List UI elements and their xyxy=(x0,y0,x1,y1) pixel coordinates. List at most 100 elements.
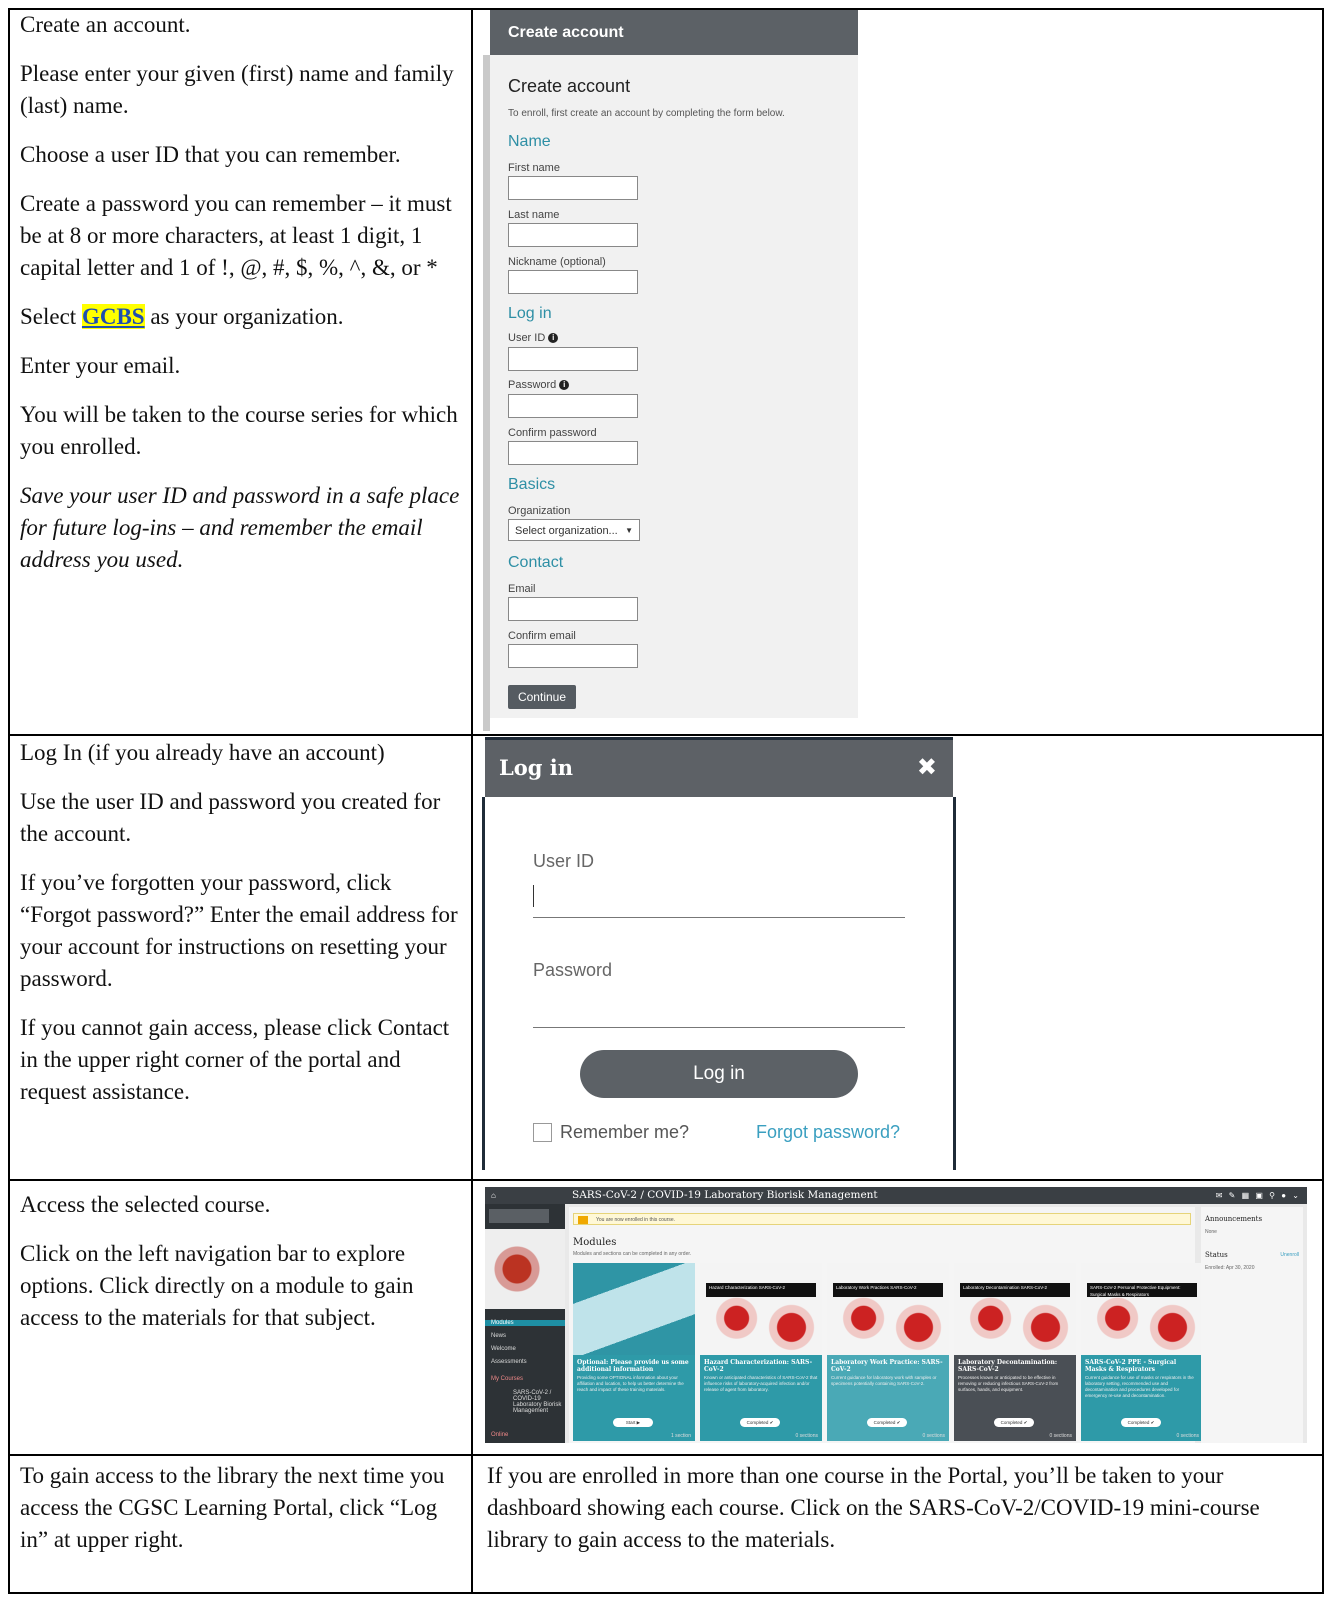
instruction-text: You will be taken to the course series f… xyxy=(20,402,458,459)
instruction-text: Log In (if you already have an account) xyxy=(20,740,385,765)
column-divider xyxy=(471,8,473,1594)
password-field[interactable] xyxy=(508,394,638,418)
remember-me-checkbox[interactable] xyxy=(533,1123,552,1142)
confirm-password-field[interactable] xyxy=(508,441,638,465)
panel-edge xyxy=(483,55,490,731)
email-field[interactable] xyxy=(508,597,638,621)
modules-subtitle: Modules and sections can be completed in… xyxy=(573,1251,692,1257)
dropdown-arrow-icon: ▼ xyxy=(625,526,633,535)
module-button[interactable]: Completed ✔ xyxy=(994,1418,1034,1427)
module-description: Current guidance for use of masks or res… xyxy=(1085,1375,1194,1398)
module-section-count: 0 sections xyxy=(1176,1433,1199,1439)
backdrop-edge xyxy=(953,797,956,1170)
info-icon[interactable]: i xyxy=(548,333,559,344)
panel-header: Create account xyxy=(490,10,858,55)
module-card[interactable]: SARS-CoV-2 Personal Protective Equipment… xyxy=(1081,1263,1203,1441)
organization-select[interactable]: Select organization... ▼ xyxy=(508,519,640,541)
close-icon[interactable]: ✖ xyxy=(917,740,937,795)
confirm-email-label: Confirm email xyxy=(508,630,576,642)
module-section-count: 0 sections xyxy=(1049,1433,1072,1439)
confirm-password-label: Confirm password xyxy=(508,427,597,439)
module-button[interactable]: Completed ✔ xyxy=(740,1418,780,1427)
toolbar-icons[interactable]: ✉ ✎ ▦ ▣ ⚲ ● ⌄ xyxy=(1216,1187,1301,1204)
instruction-text: Use the user ID and password you created… xyxy=(20,789,441,846)
confirm-email-field[interactable] xyxy=(508,644,638,668)
module-title: SARS-CoV-2 PPE - Surgical Masks & Respir… xyxy=(1085,1359,1177,1373)
modal-title: Log in xyxy=(499,755,574,780)
user-id-label: User ID xyxy=(533,851,595,871)
gcbs-highlight: GCBS xyxy=(81,304,145,329)
remember-me-label[interactable]: Remember me? xyxy=(560,1122,689,1143)
user-id-label-wrap: User ID i xyxy=(508,332,559,344)
module-button[interactable]: Start ▶ xyxy=(613,1418,653,1427)
module-caption: Hazard Characterization SARS-CoV-2 xyxy=(706,1283,816,1297)
course-page: ⌂ SARS-CoV-2 / COVID-19 Laboratory Biori… xyxy=(485,1187,1307,1443)
logo xyxy=(489,1209,549,1223)
main-content: You are now enrolled in this course. Mod… xyxy=(569,1207,1203,1443)
unenroll-link[interactable]: Unenroll xyxy=(1280,1252,1299,1258)
instruction-text: Create a password you can remember – it … xyxy=(20,191,452,280)
right-sidebar: Announcements None Status Unenroll Enrol… xyxy=(1201,1207,1303,1443)
my-course-item[interactable]: SARS-CoV-2 / COVID-19 Laboratory Biorisk… xyxy=(513,1390,563,1414)
row4-right-text: If you are enrolled in more than one cou… xyxy=(487,1460,1313,1573)
module-image: Laboratory Work Practices SARS-CoV-2 xyxy=(827,1263,949,1355)
row-divider xyxy=(8,1454,1324,1456)
continue-button[interactable]: Continue xyxy=(508,685,576,709)
section-login-heading: Log in xyxy=(508,305,552,322)
nav-item-modules[interactable]: Modules xyxy=(485,1320,565,1326)
nickname-field[interactable] xyxy=(508,270,638,294)
last-name-label: Last name xyxy=(508,209,560,221)
nav-item-welcome[interactable]: Welcome xyxy=(491,1346,516,1352)
announcements-heading: Announcements xyxy=(1205,1215,1263,1223)
module-card[interactable]: Laboratory Work Practices SARS-CoV-2 Labo… xyxy=(827,1263,949,1441)
info-icon[interactable]: i xyxy=(559,380,570,391)
organization-label: Organization xyxy=(508,505,571,517)
forgot-password-link[interactable]: Forgot password? xyxy=(756,1122,900,1143)
enrolled-banner: You are now enrolled in this course. xyxy=(573,1213,1191,1225)
banner-text: You are now enrolled in this course. xyxy=(596,1217,676,1223)
home-icon[interactable]: ⌂ xyxy=(491,1187,496,1204)
instruction-text: If you cannot gain access, please click … xyxy=(20,1015,450,1104)
password-label-wrap: Password i xyxy=(508,379,570,391)
module-section-count: 1 section xyxy=(670,1433,691,1439)
section-contact-heading: Contact xyxy=(508,554,564,571)
nav-item-news[interactable]: News xyxy=(491,1333,506,1339)
row4-left-text: To gain access to the library the next t… xyxy=(20,1460,460,1573)
password-label: Password xyxy=(533,960,613,980)
module-title: Hazard Characterization: SARS-CoV-2 xyxy=(704,1359,813,1373)
last-name-field[interactable] xyxy=(508,223,638,247)
login-button[interactable]: Log in xyxy=(580,1050,858,1098)
online-heading: Online xyxy=(491,1432,509,1438)
my-courses-heading: My Courses xyxy=(491,1376,524,1382)
nav-item-assessments[interactable]: Assessments xyxy=(491,1359,527,1365)
section-basics-heading: Basics xyxy=(508,476,556,493)
module-section-count: 0 sections xyxy=(795,1433,818,1439)
first-name-field[interactable] xyxy=(508,176,638,200)
nickname-label: Nickname (optional) xyxy=(508,256,606,268)
module-card[interactable]: Laboratory Decontamination SARS-CoV-2 Lab… xyxy=(954,1263,1076,1441)
user-id-input[interactable] xyxy=(533,917,905,918)
module-description: Providing some OPTIONAL information abou… xyxy=(577,1375,684,1392)
organization-select-value: Select organization... xyxy=(515,525,618,537)
module-card[interactable]: Optional: Please provide us some additio… xyxy=(573,1263,695,1441)
first-name-label: First name xyxy=(508,162,560,174)
user-id-field[interactable] xyxy=(508,347,638,371)
backdrop-edge xyxy=(482,797,485,1170)
course-title: SARS-CoV-2 / COVID-19 Laboratory Biorisk… xyxy=(572,1189,878,1201)
text-cursor xyxy=(533,885,534,907)
module-image: Laboratory Decontamination SARS-CoV-2 xyxy=(954,1263,1076,1355)
user-id-label: User ID xyxy=(508,332,546,344)
module-caption: SARS-CoV-2 Personal Protective Equipment… xyxy=(1087,1283,1197,1297)
module-card[interactable]: Hazard Characterization SARS-CoV-2 Hazard… xyxy=(700,1263,822,1441)
password-label: Password xyxy=(508,379,557,391)
module-button[interactable]: Completed ✔ xyxy=(1121,1418,1161,1427)
module-image: SARS-CoV-2 Personal Protective Equipment… xyxy=(1081,1263,1203,1355)
row-divider xyxy=(8,734,1324,736)
row3-instructions: Access the selected course. Click on the… xyxy=(20,1189,460,1351)
enrolled-date: Enrolled: Apr 30, 2020 xyxy=(1205,1265,1255,1271)
instruction-text: Choose a user ID that you can remember. xyxy=(20,142,401,167)
module-section-count: 0 sections xyxy=(922,1433,945,1439)
password-input[interactable] xyxy=(533,1027,905,1028)
module-button[interactable]: Completed ✔ xyxy=(867,1418,907,1427)
flag-icon xyxy=(578,1216,588,1224)
